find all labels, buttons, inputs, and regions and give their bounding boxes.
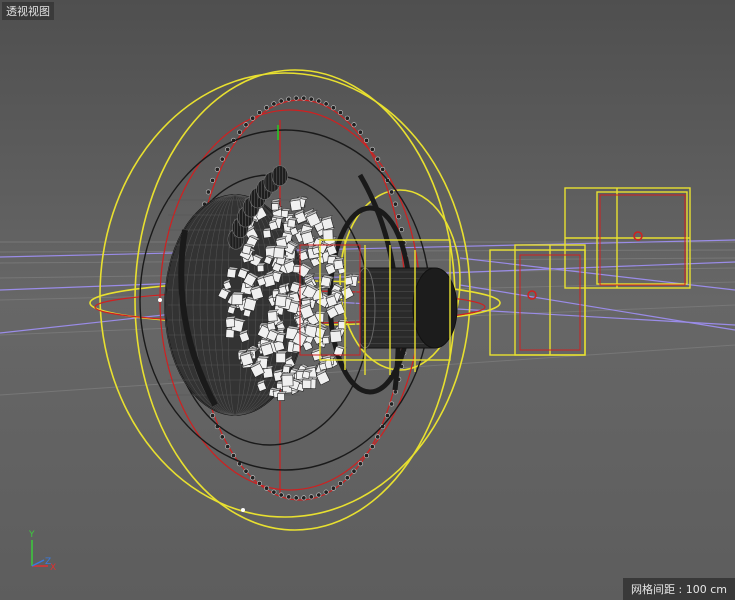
rivet [225,444,231,450]
rivet [210,413,216,419]
z-axis-label: Z [45,557,51,567]
rivet [264,105,270,111]
rivet [375,434,381,440]
z-axis-line [31,559,45,567]
rivet [316,492,322,498]
rivet [214,166,220,172]
rivet [389,189,395,195]
rivet [308,494,314,500]
rivet [344,115,350,121]
rivet [351,122,357,128]
rivet [237,129,243,135]
rivet [243,468,249,474]
rivet [337,110,343,116]
rivet [380,166,386,172]
rivet [363,453,369,459]
rivet [357,461,363,467]
cube [333,257,345,271]
rivet [219,434,225,440]
rivet [301,495,307,501]
rivet [330,105,336,111]
rivet [256,480,262,486]
rivet [375,156,381,162]
rivet [250,115,256,121]
rivet [369,146,375,152]
rivet [293,95,299,101]
grid-spacing-readout: 网格间距 : 100 cm [623,578,735,600]
rivet [330,485,336,491]
rivet [243,122,249,128]
rivet [278,98,284,104]
rivet [351,468,357,474]
rivet [323,489,329,495]
rivet [225,146,231,152]
rivet [210,177,216,183]
bead [271,165,289,186]
rivet [323,101,329,107]
rivet [250,475,256,481]
cylinder-object[interactable] [354,267,458,349]
rivet [396,214,402,220]
rivet [369,444,375,450]
rivet [389,401,395,407]
scene-canvas[interactable] [0,0,735,600]
cube [277,391,287,401]
rivet [357,129,363,135]
rivet [363,137,369,143]
rivet [205,189,211,195]
rivet [337,480,343,486]
rivet [256,110,262,116]
rivet [301,95,307,101]
rivet [286,96,292,102]
rivet [271,101,277,107]
rivet [286,494,292,500]
rivet [293,495,299,501]
perspective-viewport[interactable]: 透视视图 Y X Z 网格间距 : 100 cm [0,0,735,600]
rivet [271,489,277,495]
rivet [264,485,270,491]
rivet [278,492,284,498]
viewport-label[interactable]: 透视视图 [2,2,54,20]
y-axis-label: Y [28,530,35,540]
rivet [219,156,225,162]
rivet [384,413,390,419]
rivet [231,453,237,459]
rivet [316,98,322,104]
rivet [398,227,404,233]
rivet [392,389,398,395]
rivet [344,475,350,481]
axis-gizmo: Y X Z [22,526,72,576]
rivet [392,201,398,207]
rivet [308,96,314,102]
